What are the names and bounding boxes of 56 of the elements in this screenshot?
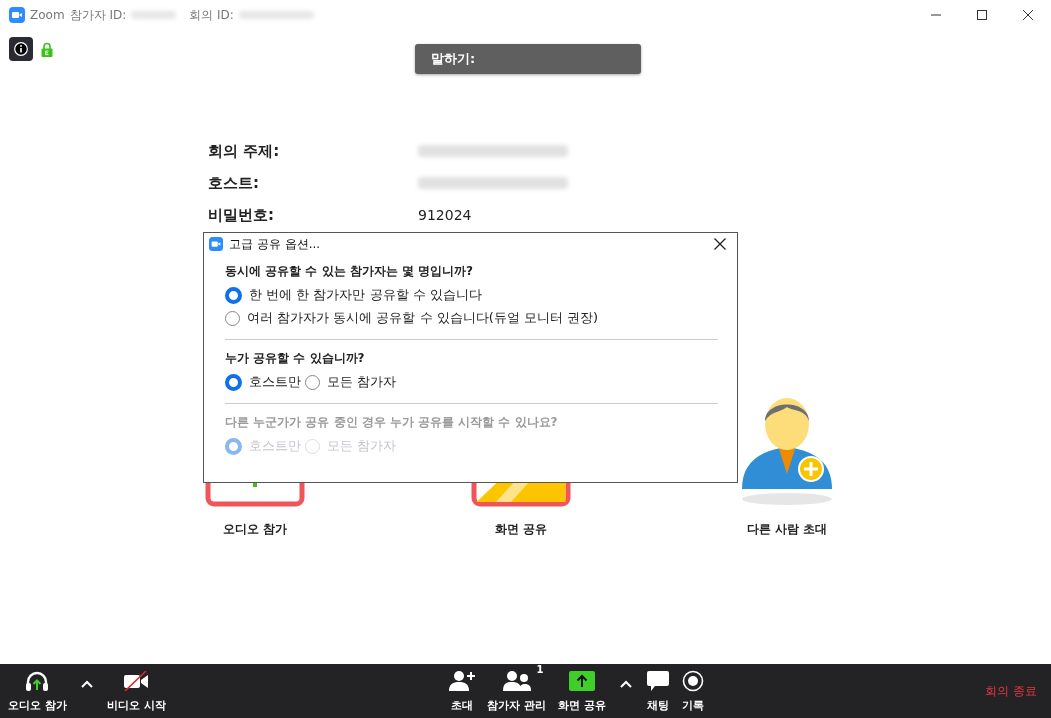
toolbar-button[interactable]: 기록 [675,669,710,713]
headphones-icon [25,669,50,692]
radio-button[interactable] [225,310,240,326]
toolbar-label: 채팅 [646,697,669,713]
app-name: Zoom [30,8,65,22]
close-icon [1023,10,1033,20]
info-value: 912024 [418,206,472,225]
meeting-id-label: 회의 ID: [189,6,234,24]
action-label[interactable]: 화면 공유 [494,521,548,538]
record-icon [681,669,704,692]
toolbar-button[interactable]: 초대 [443,669,482,713]
toolbar-button[interactable]: 비디오 시작 [100,669,172,713]
participant-id-label: 참가자 ID: [69,6,127,24]
caret-icon [80,680,93,688]
video-off-icon [123,670,150,691]
speaking-indicator: 말하기: [415,44,641,74]
close-icon [714,238,726,250]
radio-button[interactable] [225,373,242,391]
close-button[interactable] [713,237,727,251]
question-text: 누가 공유할 수 있습니까? [225,350,366,367]
info-button[interactable] [9,37,33,61]
caret-icon [619,680,632,688]
option-label[interactable]: 호스트만 [249,373,301,391]
question-text: 동시에 공유할 수 있는 참가자는 몇 명입니까? [225,263,475,280]
toolbar-label: 참가자 관리 [487,697,546,713]
person-add-icon [449,669,476,692]
end-meeting-button[interactable]: 회의 종료 [981,678,1041,704]
radio-button[interactable] [225,286,242,304]
zoom-camera-icon [9,7,25,23]
redacted-text [131,11,177,19]
zoom-camera-icon [209,237,223,251]
maximize-icon [977,10,987,20]
action-label[interactable]: 다른 사람 초대 [746,521,828,538]
toolbar-label: 기록 [681,697,704,713]
info-icon [14,42,28,56]
people-icon [502,670,531,691]
lock-icon [41,41,53,57]
action-label[interactable]: 오디오 참가 [222,521,288,538]
radio-button[interactable] [305,374,320,390]
speech-bubble-icon [645,669,670,692]
info-label: 회의 주제: [208,141,280,161]
question-text: 다른 누군가가 공유 중인 경우 누가 공유를 시작할 수 있나요? [225,414,559,431]
option-label[interactable]: 한 번에 한 참가자만 공유할 수 있습니다 [249,286,482,304]
info-label: 비밀번호: [208,205,274,225]
option-label[interactable]: 여러 참가자가 동시에 공유할 수 있습니다(듀얼 모니터 권장) [247,309,599,327]
toolbar-button[interactable]: 채팅 [639,669,676,713]
toolbar-label: 비디오 시작 [106,697,166,713]
toolbar-label: 화면 공유 [557,697,606,713]
count-label: 1 [536,663,544,675]
toolbar-label: 초대 [451,697,474,713]
dialog-title: 고급 공유 옵션... [229,235,322,253]
toolbar-label: 오디오 참가 [8,697,67,713]
toolbar-button[interactable]: 화면 공유 [551,669,612,713]
info-label: 호스트: [208,173,259,193]
toolbar-button[interactable]: 오디오 참가 [2,669,73,713]
option-label[interactable]: 모든 참가자 [327,373,397,391]
